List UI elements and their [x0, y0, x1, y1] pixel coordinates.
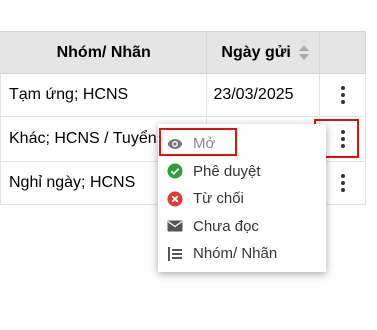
eye-icon [167, 136, 183, 152]
column-header-group[interactable]: Nhóm/ Nhãn [1, 32, 208, 73]
column-header-group-label: Nhóm/ Nhãn [56, 43, 151, 61]
column-header-date-label: Ngày gửi [221, 43, 291, 61]
menu-item-open[interactable]: Mở [158, 130, 326, 158]
menu-item-label: Mở [193, 135, 216, 153]
menu-item-group-label[interactable]: Nhóm/ Nhãn [158, 240, 326, 268]
table-row[interactable]: Tạm ứng; HCNS 23/03/2025 [0, 74, 367, 117]
more-vert-icon[interactable] [335, 82, 351, 108]
row-actions-cell [320, 162, 367, 204]
column-header-actions [320, 32, 366, 73]
menu-item-mark-unread[interactable]: Chưa đọc [158, 213, 326, 241]
more-vert-icon[interactable] [335, 126, 351, 152]
context-menu: Mở Phê duyệt Từ chối Chưa đọc Nhóm/ Nhãn [158, 124, 326, 272]
column-header-date[interactable]: Ngày gửi [207, 32, 321, 73]
more-vert-icon[interactable] [335, 170, 351, 196]
menu-item-label: Từ chối [193, 190, 244, 208]
menu-item-reject[interactable]: Từ chối [158, 185, 326, 213]
table-header: Nhóm/ Nhãn Ngày gửi [0, 31, 366, 74]
sort-icon[interactable] [298, 45, 309, 60]
row-actions-cell [320, 117, 367, 161]
envelope-icon [167, 218, 183, 234]
menu-item-label: Phê duyệt [193, 162, 261, 180]
cell-group: Tạm ứng; HCNS [1, 74, 208, 116]
cell-date: 23/03/2025 [207, 74, 321, 116]
menu-item-label: Chưa đọc [193, 217, 259, 235]
menu-item-label: Nhóm/ Nhãn [193, 245, 278, 263]
close-circle-icon [167, 191, 183, 207]
check-circle-icon [167, 163, 183, 179]
menu-item-approve[interactable]: Phê duyệt [158, 158, 326, 186]
row-actions-cell [320, 74, 367, 116]
label-list-icon [167, 246, 183, 262]
screen: Nhóm/ Nhãn Ngày gửi Tạm ứng; HCNS 23/03/… [0, 0, 377, 330]
